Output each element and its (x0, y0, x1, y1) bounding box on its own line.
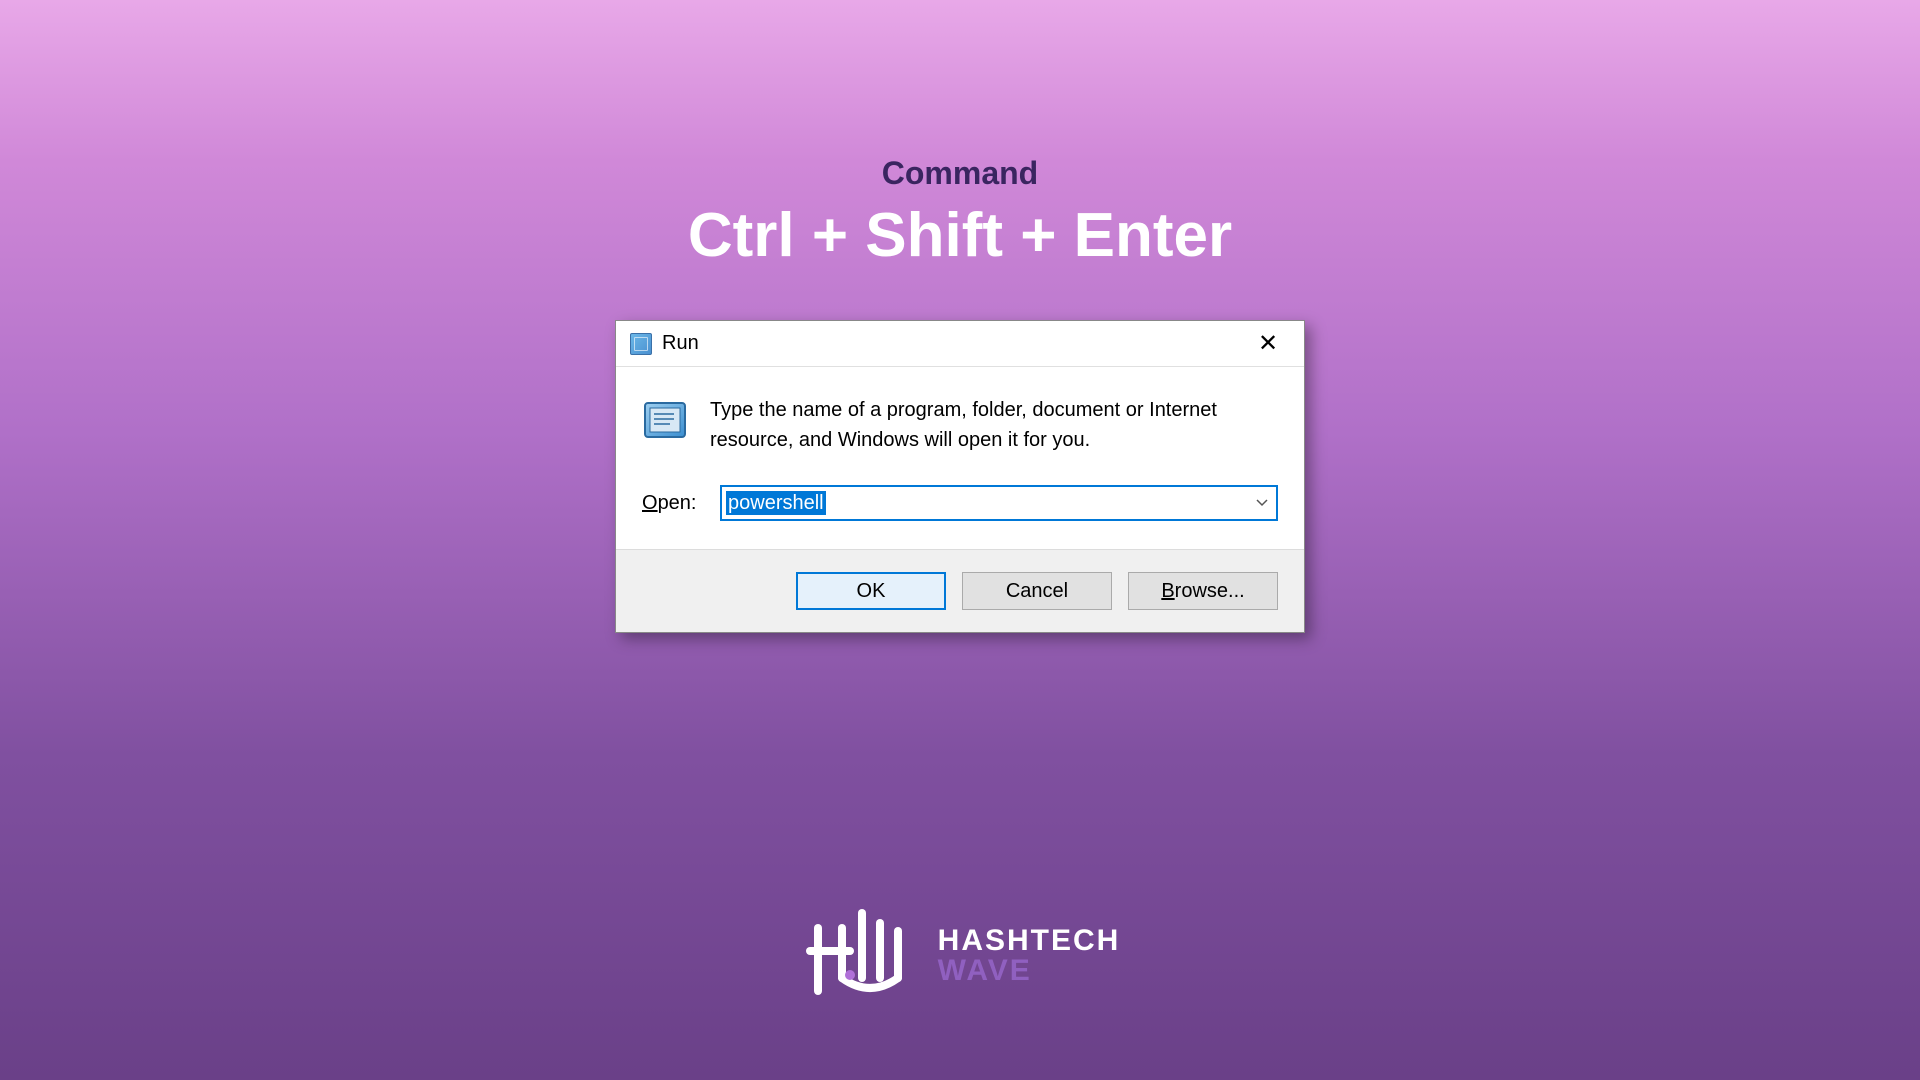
header-text-block: Command Ctrl + Shift + Enter (0, 155, 1920, 271)
branding-logo: HASHTECH WAVE (0, 903, 1920, 1008)
chevron-down-icon (1256, 499, 1268, 507)
logo-mark-icon (800, 903, 920, 1008)
open-combobox[interactable]: powershell (720, 485, 1278, 521)
dropdown-arrow[interactable] (1248, 499, 1276, 507)
close-icon: ✕ (1258, 329, 1278, 358)
open-input-value: powershell (726, 491, 826, 515)
command-keys: Ctrl + Shift + Enter (0, 200, 1920, 271)
open-row: Open: powershell (642, 485, 1278, 521)
dialog-title: Run (662, 332, 1240, 355)
run-titlebar-icon (630, 333, 652, 355)
logo-line2: WAVE (938, 956, 1121, 986)
run-program-icon (642, 397, 688, 443)
logo-text: HASHTECH WAVE (938, 926, 1121, 986)
ok-button[interactable]: OK (796, 572, 946, 610)
cancel-button[interactable]: Cancel (962, 572, 1112, 610)
open-input[interactable]: powershell (722, 492, 1248, 515)
close-button[interactable]: ✕ (1240, 324, 1296, 364)
titlebar[interactable]: Run ✕ (616, 321, 1304, 367)
browse-button[interactable]: Browse... (1128, 572, 1278, 610)
dialog-body: Type the name of a program, folder, docu… (616, 367, 1304, 549)
command-label: Command (0, 155, 1920, 192)
logo-line1: HASHTECH (938, 926, 1121, 956)
dialog-description: Type the name of a program, folder, docu… (710, 395, 1278, 455)
open-label: Open: (642, 492, 700, 515)
description-row: Type the name of a program, folder, docu… (642, 395, 1278, 455)
dialog-footer: OK Cancel Browse... (616, 549, 1304, 632)
run-dialog: Run ✕ (615, 320, 1305, 633)
